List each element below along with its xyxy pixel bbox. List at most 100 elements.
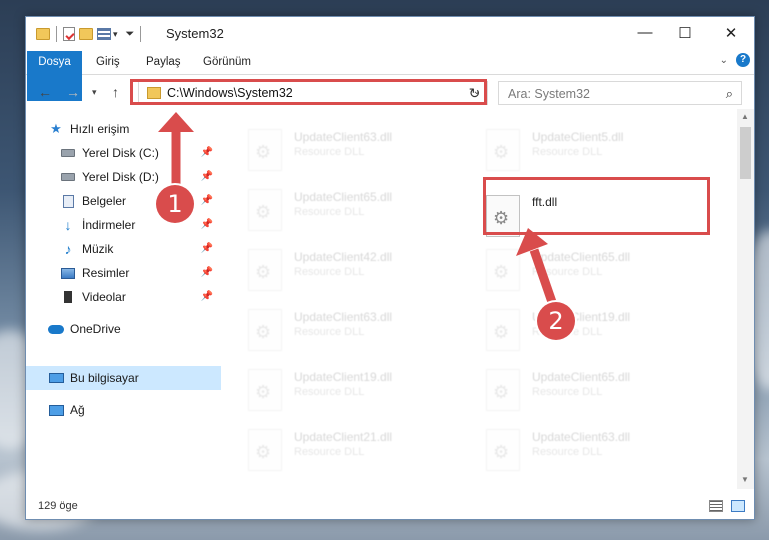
details-view-icon[interactable] (709, 500, 723, 512)
computer-icon (48, 371, 64, 385)
expand-ribbon-icon[interactable]: ⌄ (720, 55, 728, 66)
file-list: ⚙ UpdateClient63.dll Resource DLL ⚙ Upda… (223, 109, 737, 489)
file-description: Resource DLL (294, 206, 365, 218)
toolbar-divider (56, 26, 57, 42)
list-item[interactable]: ⚙ UpdateClient19.dll Resource DLL (461, 303, 691, 353)
large-icons-view-icon[interactable] (731, 500, 745, 512)
list-item[interactable]: ⚙ UpdateClient19.dll Resource DLL (223, 363, 453, 413)
list-item[interactable]: ⚙ UpdateClient65.dll Resource DLL (461, 363, 691, 413)
list-item[interactable]: ⚙ UpdateClient42.dll Resource DLL (223, 243, 453, 293)
list-item[interactable]: ⚙ UpdateClient63.dll Resource DLL (461, 423, 691, 473)
navigation-pane: ★ Hızlı erişim Yerel Disk (C:) 📌 Yerel D… (26, 109, 222, 495)
file-name: UpdateClient63.dll (294, 130, 393, 144)
file-highlight (483, 177, 710, 235)
file-description: Resource DLL (532, 266, 603, 278)
sidebar-item-videos[interactable]: Videolar 📌 (26, 285, 221, 309)
list-item[interactable]: ⚙ UpdateClient65.dll Resource DLL (223, 183, 453, 233)
pin-icon: 📌 (200, 147, 213, 158)
search-input[interactable]: Ara: System32 (508, 87, 590, 101)
dll-file-icon: ⚙ (248, 249, 282, 291)
dll-file-icon: ⚙ (248, 369, 282, 411)
up-arrow-icon[interactable]: ↑ (112, 84, 119, 100)
file-name: UpdateClient42.dll (294, 250, 393, 264)
sidebar-item-label: Yerel Disk (C:) (82, 146, 159, 160)
properties-icon[interactable] (63, 27, 75, 41)
help-icon[interactable]: ? (736, 53, 750, 67)
pin-icon: 📌 (200, 243, 213, 254)
scroll-down-icon[interactable]: ▼ (741, 475, 749, 484)
list-item[interactable]: ⚙ UpdateClient65.dll Resource DLL (461, 243, 691, 293)
sidebar-item-label: Resimler (82, 266, 130, 280)
list-item[interactable]: ⚙ UpdateClient63.dll Resource DLL (223, 123, 453, 173)
scrollbar-thumb[interactable] (740, 127, 751, 179)
view-icon[interactable] (97, 28, 111, 40)
dll-file-icon: ⚙ (486, 129, 520, 171)
pin-icon: 📌 (200, 195, 213, 206)
file-name: UpdateClient65.dll (532, 250, 631, 264)
dll-file-icon: ⚙ (248, 429, 282, 471)
pin-icon: 📌 (200, 291, 213, 302)
file-name: UpdateClient63.dll (532, 430, 631, 444)
tab-home[interactable]: Giriş (86, 51, 130, 74)
list-item[interactable]: ⚙ UpdateClient21.dll Resource DLL (223, 423, 453, 473)
downloads-icon: ↓ (64, 217, 72, 233)
pin-icon: 📌 (200, 171, 213, 182)
folder-icon[interactable] (36, 28, 50, 40)
step-1-badge: 1 (156, 185, 194, 223)
customize-toolbar-icon[interactable]: ⏷ (126, 28, 135, 41)
forward-arrow-icon[interactable]: → (66, 84, 80, 100)
list-item[interactable]: ⚙ UpdateClient63.dll Resource DLL (223, 303, 453, 353)
sidebar-item-label: Bu bilgisayar (70, 371, 139, 385)
sidebar-item-label: OneDrive (70, 322, 121, 336)
pin-icon: 📌 (200, 267, 213, 278)
dll-file-icon: ⚙ (248, 189, 282, 231)
sidebar-item-music[interactable]: ♪ Müzik 📌 (26, 237, 221, 261)
network-icon (48, 403, 64, 417)
tab-view[interactable]: Görünüm (193, 51, 261, 74)
ribbon-tabs: Dosya Giriş Paylaş Görünüm ⌄ ? (26, 49, 754, 101)
sidebar-item-quick-access[interactable]: ★ Hızlı erişim (26, 117, 221, 141)
file-description: Resource DLL (294, 446, 365, 458)
quick-access-toolbar: ▾ ⏷ (36, 25, 147, 43)
sidebar-item-network[interactable]: Ağ (26, 398, 221, 422)
list-item[interactable]: ⚙ UpdateClient5.dll Resource DLL (461, 123, 691, 173)
maximize-button[interactable]: ☐ (662, 17, 708, 48)
status-bar: 129 öge (26, 495, 754, 519)
sidebar-item-local-disk-d[interactable]: Yerel Disk (D:) 📌 (26, 165, 221, 189)
dll-file-icon: ⚙ (486, 309, 520, 351)
sidebar-item-local-disk-c[interactable]: Yerel Disk (C:) 📌 (26, 141, 221, 165)
file-name: UpdateClient21.dll (294, 430, 393, 444)
documents-icon (60, 194, 76, 208)
file-name: UpdateClient65.dll (532, 370, 631, 384)
search-box[interactable]: Ara: System32 ⌕ (498, 81, 742, 105)
sidebar-item-this-pc[interactable]: Bu bilgisayar (26, 366, 221, 390)
dll-file-icon: ⚙ (248, 309, 282, 351)
sidebar-item-label: İndirmeler (82, 218, 136, 232)
address-bar-highlight (130, 79, 487, 105)
dll-file-icon: ⚙ (486, 429, 520, 471)
sidebar-item-onedrive[interactable]: OneDrive (26, 317, 221, 341)
videos-icon (60, 290, 76, 304)
window-title: System32 (166, 26, 224, 41)
file-name: UpdateClient65.dll (294, 190, 393, 204)
tab-share[interactable]: Paylaş (136, 51, 191, 74)
sidebar-item-label: Videolar (82, 290, 126, 304)
new-folder-icon[interactable] (79, 28, 93, 40)
file-description: Resource DLL (532, 386, 603, 398)
recent-locations-icon[interactable]: ▾ (92, 87, 97, 98)
chevron-down-icon[interactable]: ▾ (113, 29, 118, 40)
file-description: Resource DLL (294, 266, 365, 278)
close-button[interactable]: ✕ (708, 17, 754, 48)
file-description: Resource DLL (532, 446, 603, 458)
back-arrow-icon[interactable]: ← (38, 84, 52, 100)
toolbar-divider (140, 26, 142, 42)
pictures-icon (60, 266, 76, 280)
file-description: Resource DLL (294, 386, 365, 398)
sidebar-item-pictures[interactable]: Resimler 📌 (26, 261, 221, 285)
scroll-up-icon[interactable]: ▲ (741, 112, 749, 121)
vertical-scrollbar[interactable]: ▲ ▼ (737, 109, 754, 489)
sidebar-item-label: Ağ (70, 403, 85, 417)
onedrive-icon (48, 322, 64, 336)
disk-icon (60, 170, 76, 184)
sidebar-item-downloads[interactable]: ↓ İndirmeler 📌 (26, 213, 221, 237)
